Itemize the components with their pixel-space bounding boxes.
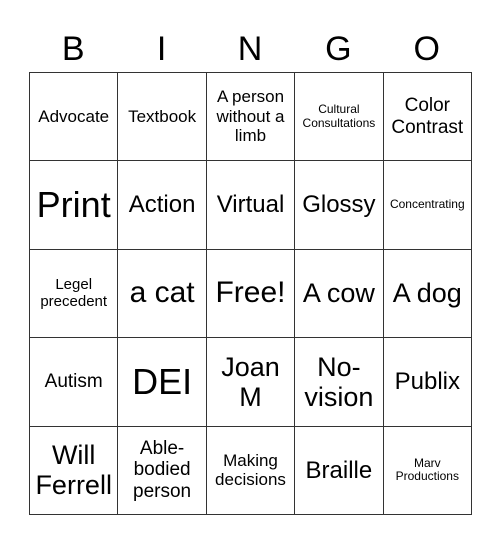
bingo-cell[interactable]: A cow xyxy=(295,249,384,339)
bingo-cell[interactable]: Concentrating xyxy=(383,161,472,250)
bingo-header: B I N G O xyxy=(29,24,471,74)
bingo-cell[interactable]: Able-bodied person xyxy=(118,426,207,515)
bingo-cell[interactable]: Publix xyxy=(383,338,472,427)
bingo-cell[interactable]: Color Contrast xyxy=(383,73,472,162)
bingo-cell[interactable]: Will Ferrell xyxy=(30,426,119,515)
bingo-cell[interactable]: Joan M xyxy=(206,338,296,427)
header-letter-o: O xyxy=(413,30,440,68)
header-letter-i: I xyxy=(156,30,167,68)
bingo-cell[interactable]: Virtual xyxy=(206,161,296,250)
bingo-cell[interactable]: Making decisions xyxy=(206,426,296,515)
header-letter-g: G xyxy=(325,30,352,68)
bingo-cell[interactable]: Autism xyxy=(30,338,119,427)
bingo-cell[interactable]: No-vision xyxy=(295,338,384,427)
bingo-cell[interactable]: DEI xyxy=(118,338,207,427)
bingo-cell[interactable]: Textbook xyxy=(118,73,207,162)
header-letter-b: B xyxy=(61,30,85,68)
bingo-cell[interactable]: A person without a limb xyxy=(206,73,296,162)
header-letter-n: N xyxy=(237,30,263,68)
bingo-cell[interactable]: Braille xyxy=(295,426,384,515)
bingo-grid: Advocate Textbook A person without a lim… xyxy=(29,72,472,515)
bingo-cell[interactable]: Glossy xyxy=(295,161,384,250)
bingo-cell[interactable]: a cat xyxy=(118,249,207,339)
bingo-cell[interactable]: Print xyxy=(30,161,119,250)
bingo-cell[interactable]: Cultural Consultations xyxy=(295,73,384,162)
bingo-cell[interactable]: Marv Productions xyxy=(383,426,472,515)
bingo-cell[interactable]: Advocate xyxy=(30,73,119,162)
bingo-cell[interactable]: Free! xyxy=(206,249,296,339)
bingo-cell[interactable]: Legel precedent xyxy=(30,249,119,339)
bingo-cell[interactable]: A dog xyxy=(383,249,472,339)
bingo-cell[interactable]: Action xyxy=(118,161,207,250)
